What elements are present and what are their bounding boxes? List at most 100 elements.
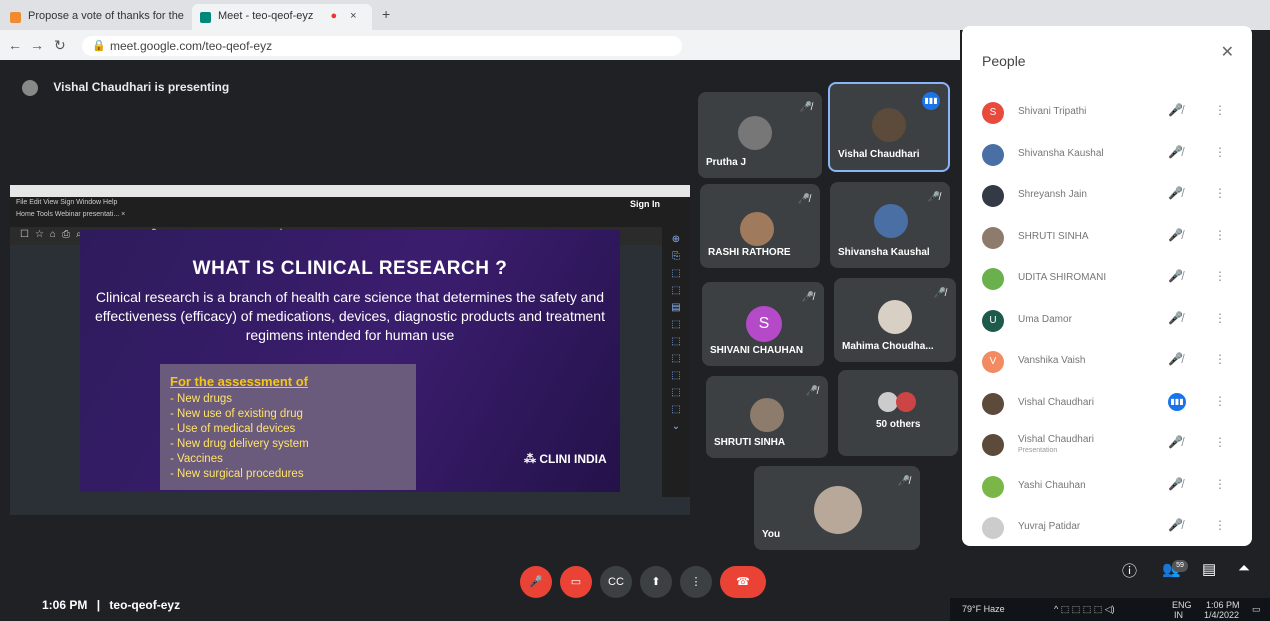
participant-row[interactable]: Yuvraj Patidar 🎤̸ ⋮ <box>980 513 1242 543</box>
more-options-button[interactable]: ⋮ <box>680 566 712 598</box>
more-options-icon[interactable]: ⋮ <box>1214 269 1226 283</box>
participant-name: You <box>762 529 781 540</box>
participant-row[interactable]: Shivansha Kaushal 🎤̸ ⋮ <box>980 140 1242 170</box>
more-options-icon[interactable]: ⋮ <box>1214 352 1226 366</box>
mic-off-icon: 🎤̸ <box>933 288 946 299</box>
sign-in-link[interactable]: Sign In <box>630 199 660 209</box>
participant-tile[interactable]: 🎤̸ RASHI RATHORE <box>700 184 820 268</box>
mic-off-icon[interactable]: 🎤̸ <box>1168 518 1183 532</box>
avatar <box>814 486 862 534</box>
participant-row[interactable]: Vishal Chaudhari Presentation 🎤̸ ⋮ <box>980 430 1242 460</box>
more-options-icon[interactable]: ⋮ <box>1214 145 1226 159</box>
participant-row[interactable]: U Uma Damor 🎤̸ ⋮ <box>980 306 1242 336</box>
mic-off-icon[interactable]: 🎤̸ <box>1168 311 1183 325</box>
more-options-icon[interactable]: ⋮ <box>1214 394 1226 408</box>
participant-row[interactable]: Shreyansh Jain 🎤̸ ⋮ <box>980 181 1242 211</box>
participant-name: SHRUTI SINHA <box>714 437 786 448</box>
more-options-icon[interactable]: ⋮ <box>1214 477 1226 491</box>
avatar <box>982 185 1004 207</box>
notifications-icon[interactable]: ▭ <box>1252 604 1261 615</box>
avatar <box>982 475 1004 498</box>
participant-row[interactable]: UDITA SHIROMANI 🎤̸ ⋮ <box>980 264 1242 294</box>
avatar <box>982 268 1004 290</box>
captions-button[interactable]: CC <box>600 566 632 598</box>
participant-tile-speaking[interactable]: ▮▮▮ Vishal Chaudhari <box>828 82 950 172</box>
participant-tile[interactable]: 🎤̸ S SHIVANI CHAUHAN <box>702 282 824 366</box>
participant-name: Yuvraj Patidar <box>1018 521 1081 532</box>
presentation-slide: WHAT IS CLINICAL RESEARCH ? Clinical res… <box>80 230 620 492</box>
avatar <box>896 392 916 412</box>
mic-off-icon[interactable]: 🎤̸ <box>1168 186 1183 200</box>
present-button[interactable]: ⬆ <box>640 566 672 598</box>
mic-toggle-button[interactable]: 🎤 <box>520 566 552 598</box>
speaking-indicator-icon[interactable]: ▮▮▮ <box>1168 392 1186 411</box>
more-options-icon[interactable]: ⋮ <box>1214 186 1226 200</box>
lock-icon: 🔒 <box>92 40 106 52</box>
assessment-list: - New drugs - New use of existing drug -… <box>170 392 406 482</box>
participant-row[interactable]: S Shivani Tripathi 🎤̸ ⋮ <box>980 98 1242 128</box>
forward-icon[interactable]: → <box>30 37 44 53</box>
participant-row[interactable]: SHRUTI SINHA 🎤̸ ⋮ <box>980 223 1242 253</box>
language[interactable]: ENG <box>1172 600 1192 610</box>
participant-tile[interactable]: 🎤̸ Prutha J <box>698 92 822 178</box>
participant-name: Vanshika Vaish <box>1018 355 1086 366</box>
info-icon[interactable]: ⓘ <box>1122 560 1137 581</box>
participant-row[interactable]: V Vanshika Vaish 🎤̸ ⋮ <box>980 347 1242 377</box>
avatar <box>982 434 1004 456</box>
participant-tile[interactable]: 🎤̸ SHRUTI SINHA <box>706 376 828 458</box>
mic-off-icon[interactable]: 🎤̸ <box>1168 103 1183 117</box>
tray-icons[interactable]: ^ ⬚ ⬚ ⬚ ⬚ ◁) <box>1054 604 1115 615</box>
mic-off-icon[interactable]: 🎤̸ <box>1168 477 1183 491</box>
more-options-icon[interactable]: ⋮ <box>1214 103 1226 117</box>
presenting-banner: Vishal Chaudhari is presenting <box>22 80 229 96</box>
url-field[interactable]: 🔒 meet.google.com/teo-qeof-eyz <box>82 36 682 56</box>
assessment-heading: For the assessment of <box>170 374 308 389</box>
participant-tile[interactable]: 🎤̸ Shivansha Kaushal <box>830 182 950 268</box>
pdf-side-tools[interactable]: ⊕ ⎘ ⬚ ⬚ ▤ ⬚ ⬚ ⬚ ⬚ ⬚ ⬚ ⌄ <box>662 227 690 497</box>
avatar: S <box>746 306 782 342</box>
close-icon[interactable]: ✕ <box>1221 42 1234 62</box>
avatar <box>740 212 774 246</box>
more-options-icon[interactable]: ⋮ <box>1214 311 1226 325</box>
logo-text: CLINI INDIA <box>539 452 607 466</box>
more-options-icon[interactable]: ⋮ <box>1214 518 1226 532</box>
back-icon[interactable]: ← <box>8 37 22 53</box>
more-options-icon[interactable]: ⋮ <box>1214 228 1226 242</box>
pdf-menu[interactable]: File Edit View Sign Window Help <box>16 199 117 206</box>
browser-tab-active[interactable]: Meet - teo-qeof-eyz ● × <box>192 4 372 30</box>
pdf-tabs[interactable]: Home Tools Webinar presentati... × <box>16 211 125 218</box>
mic-off-icon[interactable]: 🎤̸ <box>1168 228 1183 242</box>
avatar <box>982 226 1004 249</box>
chat-icon[interactable]: ▤ <box>1202 560 1216 578</box>
mic-off-icon[interactable]: 🎤̸ <box>1168 435 1183 449</box>
shared-screen: File Edit View Sign Window Help Home Too… <box>10 185 690 515</box>
mic-off-icon[interactable]: 🎤̸ <box>1168 145 1183 159</box>
mic-off-icon[interactable]: 🎤̸ <box>1168 269 1183 283</box>
camera-toggle-button[interactable]: ▭ <box>560 566 592 598</box>
avatar <box>982 392 1004 415</box>
clock-time[interactable]: 1:06 PM <box>1206 600 1240 610</box>
more-options-icon[interactable]: ⋮ <box>1214 435 1226 449</box>
others-count: 50 others <box>876 419 921 430</box>
clini-india-logo: ⁂ CLINI INDIA <box>524 452 607 466</box>
browser-tab[interactable]: Propose a vote of thanks for the × <box>2 4 213 30</box>
mic-off-icon[interactable]: 🎤̸ <box>1168 352 1183 366</box>
end-call-button[interactable]: ☎ <box>720 566 766 598</box>
participant-tile[interactable]: 🎤̸ Mahima Choudha... <box>834 278 956 362</box>
participant-name: Shivani Tripathi <box>1018 106 1087 117</box>
participant-row[interactable]: Vishal Chaudhari ▮▮▮ ⋮ <box>980 389 1242 419</box>
activities-icon[interactable]: ⏶ <box>1238 560 1250 577</box>
participant-name: SHRUTI SINHA <box>1018 230 1089 242</box>
participant-row[interactable]: Yashi Chauhan 🎤̸ ⋮ <box>980 472 1242 502</box>
avatar <box>878 300 912 334</box>
reload-icon[interactable]: ↻ <box>54 37 66 54</box>
tab-close-icon[interactable]: × <box>350 10 356 22</box>
others-tile[interactable]: 50 others <box>838 370 958 456</box>
avatar: S <box>982 102 1004 124</box>
region: IN <box>1174 610 1183 620</box>
participant-name: Mahima Choudha... <box>842 341 934 352</box>
new-tab-button[interactable]: + <box>382 6 390 22</box>
self-tile[interactable]: 🎤̸ You <box>754 466 920 550</box>
tab-title: Meet - teo-qeof-eyz <box>218 10 314 22</box>
mic-off-icon: 🎤̸ <box>799 102 812 113</box>
